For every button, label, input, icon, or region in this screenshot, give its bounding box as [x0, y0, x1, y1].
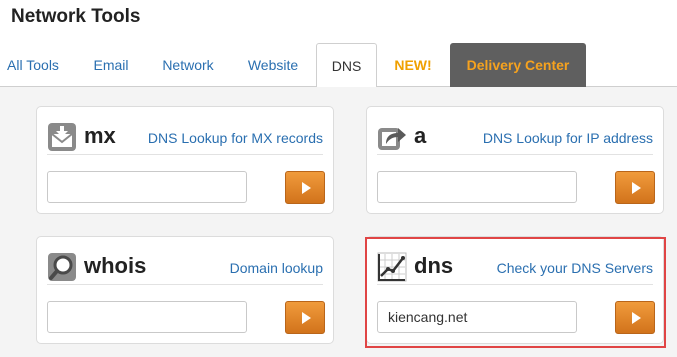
play-icon: [302, 312, 311, 324]
whois-go-button[interactable]: [285, 301, 325, 334]
tab-bar: All Tools Email Network Website DNS NEW!…: [0, 43, 677, 88]
a-tool-name: a: [414, 123, 427, 148]
whois-tool-name: whois: [84, 253, 147, 278]
play-icon: [632, 182, 641, 194]
a-card-header: a DNS Lookup for IP address: [377, 119, 653, 155]
a-tool-card: a DNS Lookup for IP address: [366, 106, 664, 214]
a-go-button[interactable]: [615, 171, 655, 204]
mx-card-header: mx DNS Lookup for MX records: [47, 119, 323, 155]
mx-tool-card: mx DNS Lookup for MX records: [36, 106, 334, 214]
tab-delivery-center[interactable]: Delivery Center: [450, 43, 586, 87]
tab-email[interactable]: Email: [80, 43, 142, 87]
mx-input[interactable]: [47, 171, 247, 203]
whois-input[interactable]: [47, 301, 247, 333]
whois-tool-card: whois Domain lookup: [36, 236, 334, 344]
tab-new[interactable]: NEW!: [383, 43, 443, 87]
whois-tool-description[interactable]: Domain lookup: [230, 260, 323, 276]
share-arrow-icon: [378, 128, 406, 150]
a-tool-description[interactable]: DNS Lookup for IP address: [483, 130, 653, 146]
page-title: Network Tools: [11, 6, 141, 27]
mail-download-icon: [48, 123, 76, 151]
a-input[interactable]: [377, 171, 577, 203]
play-icon: [302, 182, 311, 194]
mx-tool-name: mx: [84, 123, 116, 148]
tab-dns[interactable]: DNS: [316, 43, 377, 88]
magnifier-icon: [48, 253, 76, 281]
highlight-box: [365, 237, 666, 348]
whois-card-header: whois Domain lookup: [47, 249, 323, 285]
tab-all-tools[interactable]: All Tools: [0, 43, 66, 87]
tab-network[interactable]: Network: [150, 43, 226, 87]
tab-website[interactable]: Website: [236, 43, 310, 87]
mx-go-button[interactable]: [285, 171, 325, 204]
mx-tool-description[interactable]: DNS Lookup for MX records: [148, 130, 323, 146]
